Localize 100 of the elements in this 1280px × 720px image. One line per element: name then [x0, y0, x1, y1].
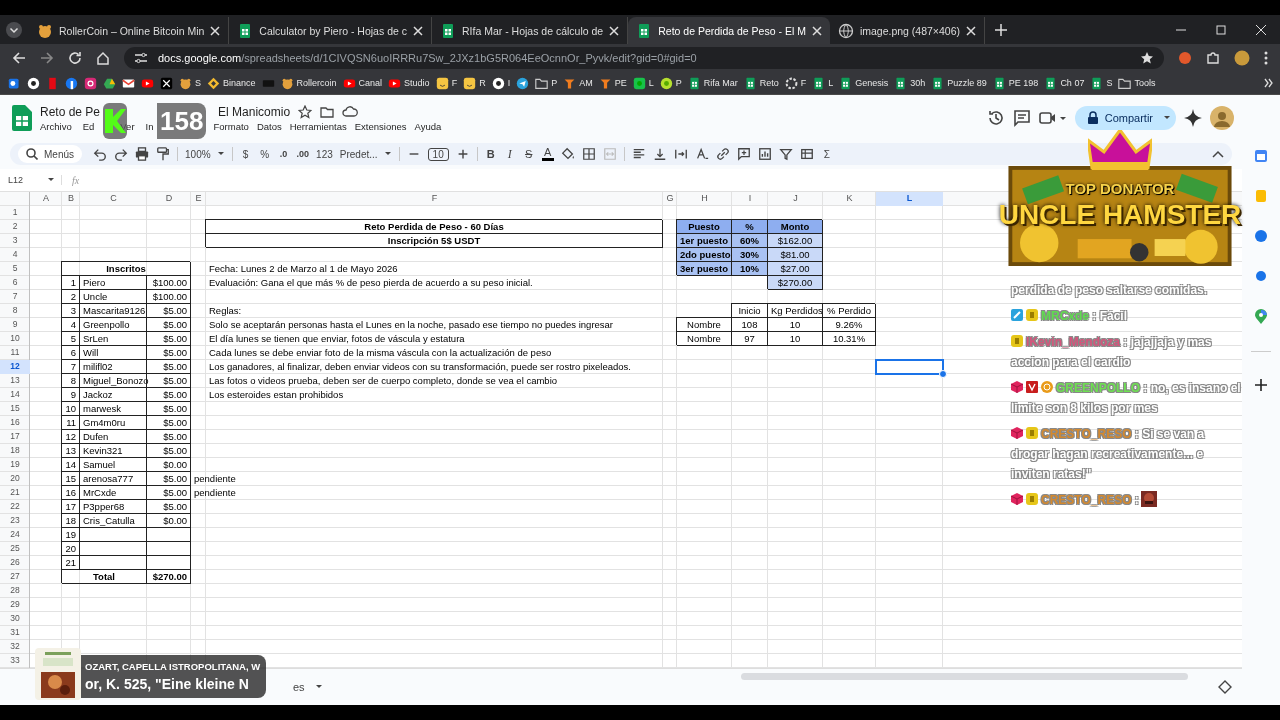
bookmark[interactable]: Rifa Mar — [685, 76, 740, 90]
row-header[interactable]: 17 — [0, 430, 30, 444]
menu-item[interactable]: Herramientas — [289, 120, 347, 132]
row-header[interactable]: 30 — [0, 612, 30, 626]
row-header[interactable]: 28 — [0, 584, 30, 598]
bookmark[interactable]: Canal — [340, 76, 385, 90]
row-header[interactable]: 26 — [0, 556, 30, 570]
row-header[interactable]: 10 — [0, 332, 30, 346]
bookmark[interactable]: Rollercoin — [278, 76, 339, 90]
bookmark[interactable]: Puzzle 89 — [929, 76, 989, 90]
row-header[interactable]: 7 — [0, 290, 30, 304]
bookmark[interactable]: F — [782, 76, 809, 90]
row-header[interactable]: 14 — [0, 388, 30, 402]
column-header[interactable]: C — [80, 192, 147, 206]
row-header[interactable]: 4 — [0, 248, 30, 262]
bold-button[interactable]: B — [484, 148, 497, 160]
bookmark[interactable]: S — [177, 76, 203, 90]
menu-item[interactable]: Formato — [213, 120, 249, 132]
row-header[interactable]: 18 — [0, 444, 30, 458]
column-header[interactable]: H — [677, 192, 732, 206]
column-header[interactable]: E — [191, 192, 206, 206]
dropdown[interactable]: 100% — [185, 148, 225, 160]
bookmark[interactable]: Tools — [1116, 76, 1158, 90]
table-cell: 2 — [62, 290, 80, 304]
row-header[interactable]: 31 — [0, 626, 30, 640]
bookmark[interactable]: Binance — [205, 76, 258, 90]
toolbar-button[interactable]: .00 — [296, 149, 310, 159]
toolbar-button[interactable]: 123 — [316, 148, 333, 160]
row-header[interactable]: 13 — [0, 374, 30, 388]
bookmark[interactable]: PE — [596, 76, 629, 90]
row-header[interactable]: 9 — [0, 318, 30, 332]
bookmark[interactable]: I — [489, 76, 513, 90]
bookmark[interactable]: AM — [561, 76, 595, 90]
row-header[interactable]: 16 — [0, 416, 30, 430]
bookmark[interactable]: R — [461, 76, 488, 90]
row-header[interactable]: 33 — [0, 654, 30, 668]
bookmark[interactable]: Genesis — [837, 76, 891, 90]
browser-tab[interactable]: Reto de Perdida de Peso - El M — [628, 17, 830, 44]
menu-item[interactable]: In — [145, 120, 154, 132]
row-header[interactable]: 1 — [0, 206, 30, 220]
bookmark[interactable]: P — [657, 76, 684, 90]
menu-item[interactable]: Ayuda — [414, 120, 442, 132]
row-header[interactable]: 12 — [0, 360, 30, 374]
row-header[interactable]: 15 — [0, 402, 30, 416]
bookmark[interactable]: L — [630, 76, 656, 90]
toolbar-button[interactable]: % — [258, 148, 271, 160]
row-header[interactable]: 2 — [0, 220, 30, 234]
row-header[interactable]: 21 — [0, 486, 30, 500]
table-cell: Piero — [80, 276, 147, 290]
table-cell: Greenpollo — [80, 318, 147, 332]
bookmark[interactable]: Ch 07 — [1042, 76, 1087, 90]
bookmark[interactable]: P — [533, 76, 560, 90]
row-header[interactable]: 27 — [0, 570, 30, 584]
bookmark[interactable]: Reto — [741, 76, 781, 90]
row-header[interactable]: 6 — [0, 276, 30, 290]
row-header[interactable]: 5 — [0, 262, 30, 276]
bookmark[interactable]: Studio — [386, 76, 432, 90]
row-header[interactable]: 20 — [0, 472, 30, 486]
address-bar[interactable]: docs.google.com/spreadsheets/d/1CIVQSN6uoIRRRu7Sw_2JXz1bG5R064EeOcnnOr_Pyvk/edit?gid=0#gid=0 — [124, 47, 1164, 69]
row-header[interactable]: 19 — [0, 458, 30, 472]
row-header[interactable]: 25 — [0, 542, 30, 556]
column-header[interactable]: L — [876, 192, 943, 206]
column-header[interactable]: I — [732, 192, 768, 206]
row-header[interactable]: 3 — [0, 234, 30, 248]
bookmark[interactable]: L — [810, 76, 836, 90]
column-header[interactable]: K — [823, 192, 876, 206]
font-size-field[interactable]: 10 — [427, 147, 449, 161]
column-header[interactable]: D — [147, 192, 191, 206]
row-header[interactable]: 8 — [0, 304, 30, 318]
italic-button[interactable]: I — [503, 146, 516, 162]
bookmark[interactable]: S — [1088, 76, 1115, 90]
menu-search-field[interactable]: Menús — [18, 145, 82, 163]
dropdown[interactable]: Predet... — [339, 148, 392, 160]
row-header[interactable]: 32 — [0, 640, 30, 654]
column-header[interactable]: J — [768, 192, 823, 206]
row-header[interactable]: 11 — [0, 346, 30, 360]
strikethrough-button[interactable]: S — [522, 148, 535, 160]
menu-item[interactable]: Archivo — [40, 120, 72, 132]
menu-item[interactable]: Extensiones — [354, 120, 407, 132]
menu-item[interactable]: Ed — [82, 120, 95, 132]
toolbar-button[interactable]: Σ — [820, 148, 833, 160]
column-header[interactable]: F — [206, 192, 663, 206]
bookmark[interactable]: PE 198 — [990, 76, 1041, 90]
column-header[interactable]: B — [62, 192, 80, 206]
text-color-button[interactable]: A — [541, 147, 554, 161]
toolbar-button[interactable]: $ — [239, 148, 252, 160]
row-header[interactable]: 24 — [0, 528, 30, 542]
bookmark[interactable]: F — [433, 76, 460, 90]
document-title[interactable]: Reto de Pe — [40, 104, 101, 119]
sheet-tab[interactable]: es — [285, 677, 331, 697]
toolbar-button[interactable]: .0 — [277, 149, 290, 159]
document-title[interactable]: El Manicomio — [218, 104, 291, 119]
row-header[interactable]: 22 — [0, 500, 30, 514]
column-header[interactable]: G — [663, 192, 677, 206]
name-box[interactable]: L12 — [8, 175, 63, 185]
column-header[interactable]: A — [30, 192, 62, 206]
menu-item[interactable]: Datos — [256, 120, 282, 132]
row-header[interactable]: 23 — [0, 514, 30, 528]
bookmark[interactable]: 30h — [892, 76, 928, 90]
row-header[interactable]: 29 — [0, 598, 30, 612]
